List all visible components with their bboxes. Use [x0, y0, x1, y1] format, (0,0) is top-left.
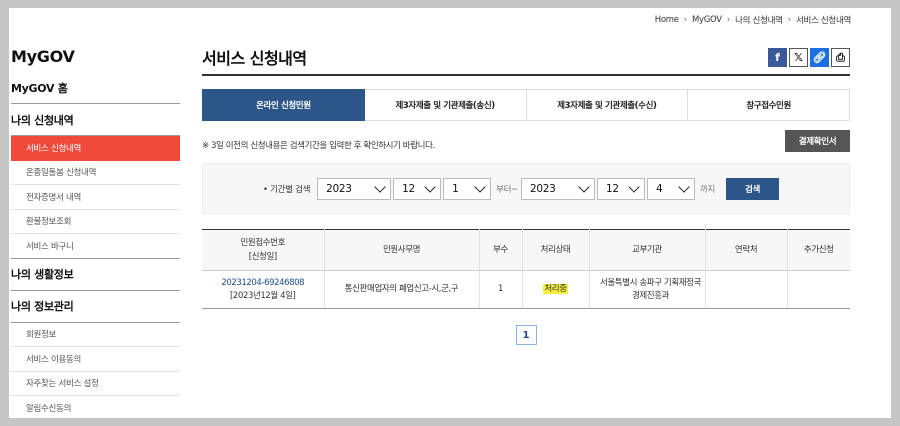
table-header-row: 민원접수번호 [신청일] 민원사무명 부수 처리상태 교부기관 연락처 추가신청 [202, 229, 850, 271]
chevron-right-icon: › [683, 15, 688, 25]
sidebar-item-service-basket[interactable]: 서비스 바구니 [11, 234, 180, 259]
pagination: 1 [202, 325, 850, 345]
to-year-select[interactable]: 2023 [521, 177, 595, 200]
sidebar-item-member-info[interactable]: 회원정보 [11, 323, 180, 347]
from-day-select[interactable]: 1 [443, 177, 492, 200]
sidebar-item-service-consent[interactable]: 서비스 이용동의 [11, 347, 180, 372]
cell-extra [787, 270, 850, 309]
application-date: [2023년12월 4일] [230, 290, 296, 301]
tab-third-party-sent[interactable]: 제3자제출 및 기관제출(송신) [364, 89, 527, 121]
to-day-value: 4 [656, 182, 663, 195]
header-agency: 교부기관 [589, 229, 706, 271]
page-title: 서비스 신청내역 [202, 36, 850, 76]
from-suffix: 부터~ [496, 184, 518, 195]
to-suffix: 까지 [700, 184, 716, 195]
header-service-name: 민원사무명 [324, 229, 480, 271]
sidebar-item-favorite-services[interactable]: 자주찾는 서비스 설정 [11, 372, 180, 396]
breadcrumb-mygov[interactable]: MyGOV [692, 15, 722, 25]
sidebar-section-info-management[interactable]: 나의 정보관리 [11, 291, 180, 323]
chevron-down-icon [424, 180, 436, 193]
chevron-down-icon [578, 180, 590, 193]
to-month-value: 12 [606, 182, 619, 195]
tab-third-party-received[interactable]: 제3자제출 및 기관제출(수신) [526, 89, 689, 121]
chevron-right-icon: › [726, 15, 731, 25]
search-label: • 기간별 검색 [263, 184, 311, 195]
sidebar-item-e-certificates[interactable]: 전자증명서 내역 [11, 185, 180, 210]
breadcrumb-home[interactable]: Home [655, 15, 679, 25]
sidebar-title[interactable]: MyGOV [11, 36, 180, 72]
from-day-value: 1 [452, 182, 459, 195]
tab-bar: 온라인 신청민원 제3자제출 및 기관제출(송신) 제3자제출 및 기관제출(수… [202, 89, 850, 121]
header-copies: 부수 [479, 229, 523, 271]
cell-agency: 서울특별시 송파구 기획재정국 경제진흥과 [589, 270, 706, 309]
header-contact: 연락처 [705, 229, 788, 271]
from-year-value: 2023 [326, 182, 352, 195]
to-month-select[interactable]: 12 [597, 177, 645, 200]
sidebar-item-service-applications[interactable]: 서비스 신청내역 [11, 136, 180, 161]
sidebar-section-life-info[interactable]: 나의 생활정보 [11, 259, 180, 291]
results-table: 민원접수번호 [신청일] 민원사무명 부수 처리상태 교부기관 연락처 추가신청… [202, 229, 850, 309]
main-content: 서비스 신청내역 f 𝕏 🔗︎ ⎙ 온라인 신청민원 제3자제출 및 기관제출(… [202, 36, 850, 345]
page-1-button[interactable]: 1 [515, 325, 537, 345]
print-icon[interactable]: ⎙ [831, 48, 850, 67]
receipt-number-link[interactable]: 20231204-69246808 [221, 278, 304, 288]
tab-online-applications[interactable]: 온라인 신청민원 [202, 89, 365, 121]
from-month-select[interactable]: 12 [393, 177, 442, 200]
sidebar-item-notification-consent[interactable]: 알림수신동의 [11, 396, 180, 418]
payment-confirmation-button[interactable]: 결제확인서 [785, 130, 850, 152]
notice-row: ※ 3일 이전의 신청내용은 검색기간을 입력한 후 확인하시기 바랍니다. 결… [202, 130, 850, 160]
period-search-box: • 기간별 검색 2023 12 1 부터~ 2023 12 4 까지 검색 [202, 163, 850, 214]
sidebar-item-allday-care[interactable]: 온종일돌봄 신청내역 [11, 161, 180, 185]
breadcrumb-current: 서비스 신청내역 [795, 16, 851, 26]
cell-status: 처리중 [522, 270, 590, 309]
cell-copies: 1 [479, 270, 523, 309]
header-status: 처리상태 [522, 229, 590, 271]
sidebar-item-refund-info[interactable]: 환불정보조회 [11, 210, 180, 234]
to-day-select[interactable]: 4 [647, 177, 695, 200]
from-year-select[interactable]: 2023 [317, 177, 392, 200]
chevron-down-icon [474, 180, 486, 193]
sidebar: MyGOV MyGOV 홈 나의 신청내역 서비스 신청내역 온종일돌봄 신청내… [11, 36, 180, 418]
cell-service-name: 통신판매업자의 폐업신고-시,군,구 [324, 270, 480, 309]
cell-contact [705, 270, 788, 309]
header-receipt-no: 민원접수번호 [신청일] [202, 229, 325, 271]
from-month-value: 12 [402, 182, 415, 195]
tab-counter-applications[interactable]: 창구접수민원 [688, 89, 850, 121]
link-icon[interactable]: 🔗︎ [810, 48, 829, 67]
chevron-right-icon: › [787, 15, 792, 25]
breadcrumb-applications[interactable]: 나의 신청내역 [735, 14, 783, 26]
table-row: 20231204-69246808 [2023년12월 4일] 통신판매업자의 … [202, 270, 850, 309]
search-button[interactable]: 검색 [726, 177, 780, 200]
breadcrumb: Home › MyGOV › 나의 신청내역 › 서비스 신청내역 [655, 11, 852, 29]
chevron-down-icon [678, 180, 690, 193]
facebook-icon[interactable]: f [768, 48, 787, 67]
chevron-down-icon [628, 180, 640, 193]
page-frame: Home › MyGOV › 나의 신청내역 › 서비스 신청내역 MyGOV … [9, 8, 891, 418]
twitter-x-icon[interactable]: 𝕏 [789, 48, 808, 67]
sidebar-section-applications[interactable]: 나의 신청내역 [11, 104, 180, 136]
notice-text: ※ 3일 이전의 신청내용은 검색기간을 입력한 후 확인하시기 바랍니다. [202, 141, 435, 151]
status-badge: 처리중 [543, 284, 568, 294]
to-year-value: 2023 [530, 182, 556, 195]
share-toolbar: f 𝕏 🔗︎ ⎙ [768, 48, 850, 67]
sidebar-section-home[interactable]: MyGOV 홈 [11, 72, 180, 104]
header-extra: 추가신청 [787, 229, 850, 271]
chevron-down-icon [374, 180, 386, 193]
cell-receipt: 20231204-69246808 [2023년12월 4일] [202, 270, 325, 309]
